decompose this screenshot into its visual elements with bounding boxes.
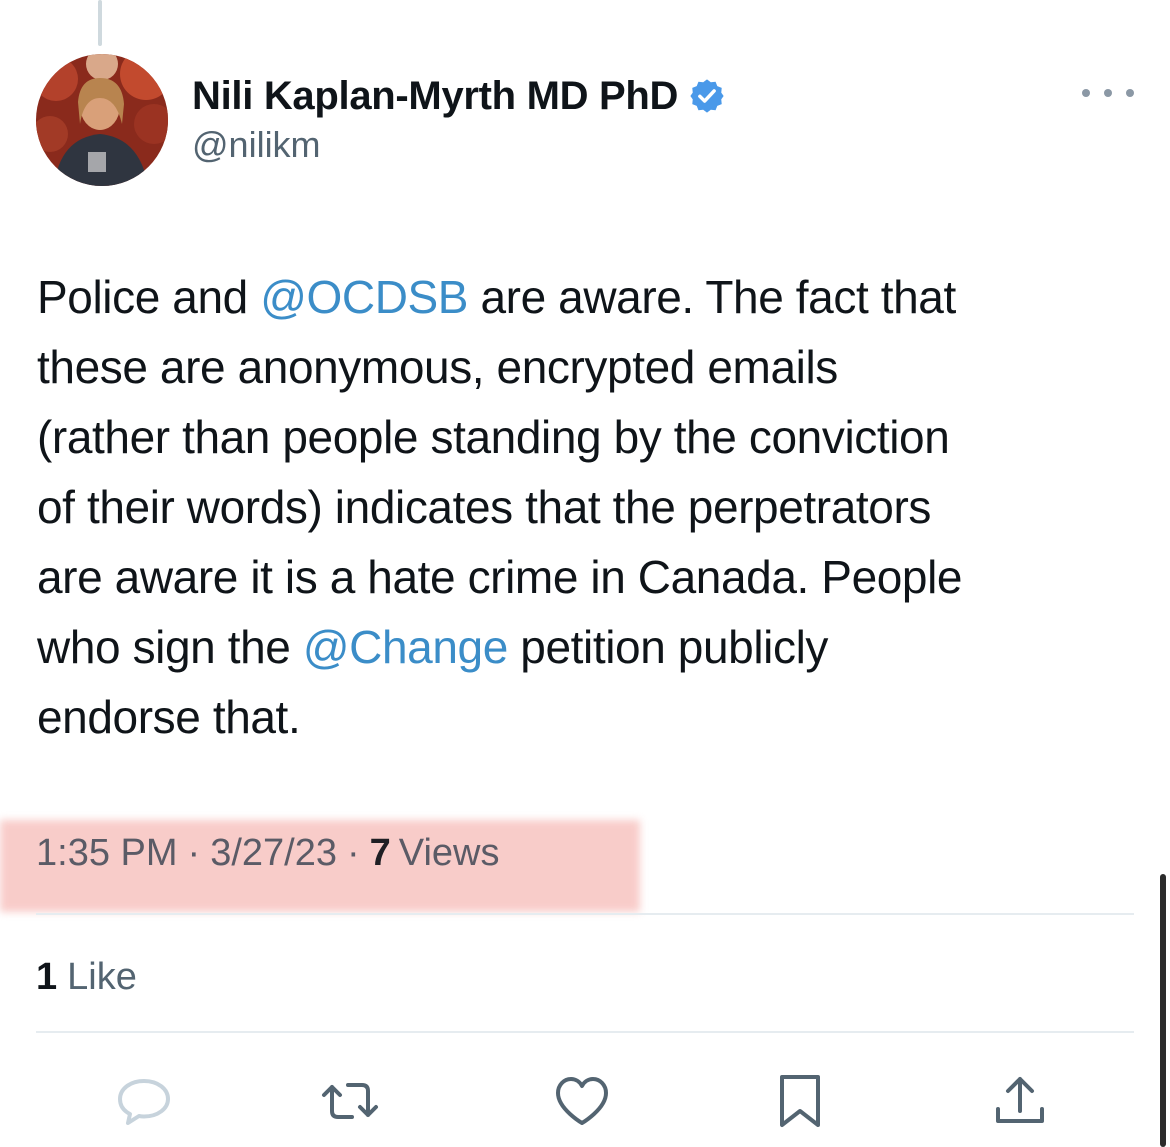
likes-count[interactable]: 1 bbox=[36, 956, 57, 999]
tweet-text-line: these are anonymous, encrypted emails bbox=[37, 332, 1137, 402]
tweet-text-segment: petition publicly bbox=[507, 621, 828, 673]
tweet-text-segment: these are anonymous, encrypted emails bbox=[37, 341, 838, 393]
divider bbox=[36, 1031, 1134, 1033]
tweet-text-line: endorse that. bbox=[37, 682, 1137, 752]
tweet-text: Police and @OCDSB are aware. The fact th… bbox=[37, 262, 1137, 752]
tweet-text-segment: are aware. The fact that bbox=[468, 271, 956, 323]
mention-link[interactable]: @Change bbox=[303, 621, 508, 673]
tweet-text-line: who sign the @Change petition publicly bbox=[37, 612, 1137, 682]
tweet-date[interactable]: 3/27/23 bbox=[210, 832, 337, 875]
likes-label[interactable]: Like bbox=[67, 956, 137, 999]
tweet-text-line: are aware it is a hate crime in Canada. … bbox=[37, 542, 1137, 612]
views-count[interactable]: 7 bbox=[370, 832, 391, 875]
views-label[interactable]: Views bbox=[399, 832, 500, 875]
tweet-text-line: Police and @OCDSB are aware. The fact th… bbox=[37, 262, 1137, 332]
retweet-icon[interactable] bbox=[318, 1070, 382, 1132]
tweet-text-line: (rather than people standing by the conv… bbox=[37, 402, 1137, 472]
meta-separator: · bbox=[346, 831, 360, 874]
tweet-text-segment: (rather than people standing by the conv… bbox=[37, 411, 950, 463]
tweet-text-segment: who sign the bbox=[37, 621, 303, 673]
tweet-text-segment: Police and bbox=[37, 271, 261, 323]
meta-separator: · bbox=[187, 831, 201, 874]
tweet-text-segment: of their words) indicates that the perpe… bbox=[37, 481, 931, 533]
tweet-time[interactable]: 1:35 PM bbox=[36, 832, 178, 875]
verified-badge-icon bbox=[688, 77, 726, 115]
tweet-meta: 1:35 PM · 3/27/23 · 7 Views bbox=[36, 826, 499, 880]
tweet-actions bbox=[0, 1070, 1170, 1132]
more-options-icon[interactable] bbox=[1082, 78, 1134, 108]
scrollbar[interactable] bbox=[1160, 874, 1166, 1147]
likes-summary[interactable]: 1 Like bbox=[36, 950, 137, 1004]
thread-connector-line bbox=[98, 0, 102, 46]
tweet-text-line: of their words) indicates that the perpe… bbox=[37, 472, 1137, 542]
display-name[interactable]: Nili Kaplan-Myrth MD PhD bbox=[192, 74, 678, 119]
reply-icon[interactable] bbox=[112, 1070, 176, 1132]
author-handle[interactable]: @nilikm bbox=[192, 124, 321, 166]
tweet-text-segment: are aware it is a hate crime in Canada. … bbox=[37, 551, 963, 603]
tweet-text-segment: endorse that. bbox=[37, 691, 301, 743]
share-icon[interactable] bbox=[988, 1070, 1052, 1132]
author-name-row[interactable]: Nili Kaplan-Myrth MD PhD bbox=[192, 68, 726, 124]
divider bbox=[36, 913, 1134, 915]
avatar[interactable] bbox=[36, 54, 168, 186]
bookmark-icon[interactable] bbox=[768, 1070, 832, 1132]
mention-link[interactable]: @OCDSB bbox=[260, 271, 468, 323]
like-icon[interactable] bbox=[550, 1070, 614, 1132]
